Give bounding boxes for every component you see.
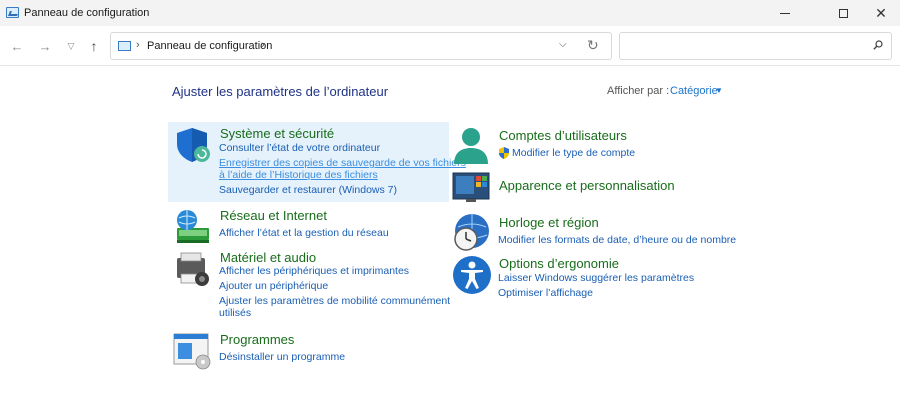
view-by-caret-icon[interactable]: ▼ [715, 86, 723, 95]
category-network-internet: Réseau et Internet Afficher l’état et la… [173, 208, 448, 244]
search-input[interactable] [619, 32, 892, 60]
user-accounts-icon[interactable] [452, 126, 490, 166]
category-link[interactable]: Afficher les périphériques et imprimante… [219, 265, 409, 278]
category-programs: Programmes Désinstaller un programme [173, 332, 448, 370]
minimize-icon [780, 12, 790, 14]
refresh-icon[interactable]: ↻ [587, 37, 599, 54]
view-by-dropdown[interactable]: Catégorie [670, 85, 718, 97]
back-arrow-icon[interactable]: ← [8, 37, 26, 55]
close-icon: ✕ [875, 5, 887, 21]
category-link[interactable]: Ajouter un périphérique [219, 280, 328, 293]
category-title[interactable]: Réseau et Internet [220, 208, 327, 223]
address-bar[interactable]: › Panneau de configuration › ⌵ ↻ [110, 32, 612, 60]
uac-shield-icon [499, 147, 509, 159]
page-heading: Ajuster les paramètres de l’ordinateur [172, 84, 389, 99]
view-by-label: Afficher par : [607, 85, 670, 97]
category-clock-region: Horloge et région Modifier les formats d… [452, 213, 752, 251]
breadcrumb-control-panel[interactable]: Panneau de configuration [147, 40, 272, 52]
search-icon[interactable] [873, 40, 883, 50]
printer-icon[interactable] [173, 250, 211, 288]
programs-icon[interactable] [173, 332, 211, 370]
breadcrumb-separator[interactable]: › [136, 39, 140, 51]
category-title[interactable]: Comptes d’utilisateurs [499, 128, 627, 143]
category-link[interactable]: à l’aide de l’Historique des fichiers [219, 169, 378, 182]
category-title[interactable]: Horloge et région [499, 215, 599, 230]
category-link[interactable]: Laisser Windows suggérer les paramètres [498, 272, 694, 285]
category-link[interactable]: Modifier le type de compte [512, 147, 635, 160]
up-arrow-icon[interactable]: ↑ [85, 37, 103, 55]
appearance-icon[interactable] [452, 172, 492, 204]
address-dropdown-icon[interactable]: ⌵ [559, 39, 567, 50]
category-link[interactable]: Désinstaller un programme [219, 351, 345, 364]
navigation-bar: ← → ▽ ↑ › Panneau de configuration › ⌵ ↻ [0, 26, 900, 66]
category-title[interactable]: Options d’ergonomie [499, 256, 619, 271]
breadcrumb-separator[interactable]: › [261, 39, 265, 51]
category-ease-of-access: Options d’ergonomie Laisser Windows sugg… [452, 255, 752, 303]
category-title[interactable]: Programmes [220, 332, 294, 347]
category-appearance: Apparence et personnalisation [452, 172, 752, 206]
category-user-accounts: Comptes d’utilisateurs Modifier le type … [452, 126, 752, 166]
category-link[interactable]: Consulter l’état de votre ordinateur [219, 142, 380, 155]
category-link[interactable]: Ajuster les paramètres de mobilité commu… [219, 295, 450, 308]
network-globe-icon[interactable] [173, 208, 211, 246]
window-title: Panneau de configuration [24, 7, 150, 19]
category-link[interactable]: Modifier les formats de date, d’heure ou… [498, 234, 736, 247]
title-bar: Panneau de configuration ✕ [0, 0, 900, 26]
control-panel-location-icon [118, 41, 131, 51]
recent-locations-chevron-icon[interactable]: ▽ [62, 37, 80, 55]
maximize-icon [838, 8, 848, 18]
clock-globe-icon[interactable] [452, 213, 492, 253]
category-title[interactable]: Matériel et audio [220, 250, 316, 265]
control-panel-icon [6, 7, 19, 18]
category-link[interactable]: Optimiser l’affichage [498, 287, 593, 300]
accessibility-icon[interactable] [452, 255, 492, 295]
category-link[interactable]: utilisés [219, 307, 251, 320]
category-hardware-sound: Matériel et audio Afficher les périphéri… [173, 250, 450, 320]
close-button[interactable]: ✕ [858, 0, 900, 26]
category-link[interactable]: Afficher l’état et la gestion du réseau [219, 227, 389, 240]
category-title[interactable]: Apparence et personnalisation [499, 178, 675, 193]
minimize-button[interactable] [762, 0, 808, 26]
forward-arrow-icon[interactable]: → [36, 37, 54, 55]
category-system-security: Système et sécurité Consulter l’état de … [173, 126, 466, 202]
category-title[interactable]: Système et sécurité [220, 126, 334, 141]
category-link[interactable]: Sauvegarder et restaurer (Windows 7) [219, 184, 397, 197]
shield-icon[interactable] [173, 126, 211, 164]
